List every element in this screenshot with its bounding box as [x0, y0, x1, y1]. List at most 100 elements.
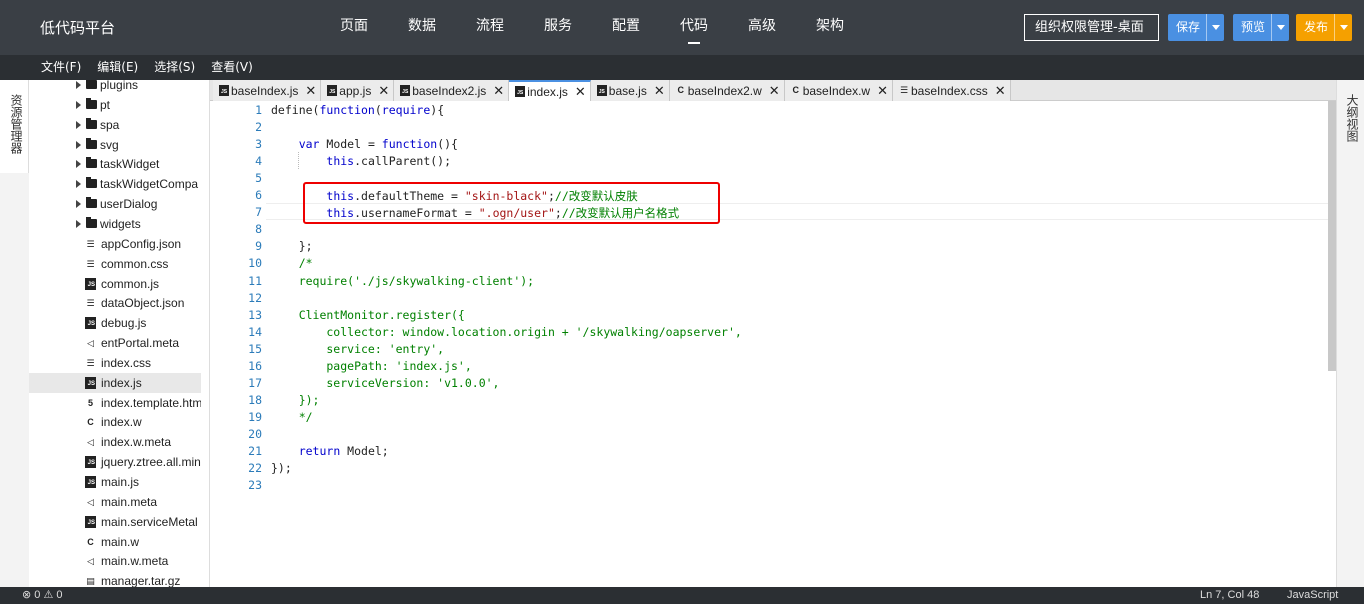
- tab-label: baseIndex.js: [231, 83, 299, 98]
- outline-tab[interactable]: 大纲视图: [1336, 80, 1364, 587]
- code-line[interactable]: return Model;: [271, 444, 389, 458]
- expand-arrow-icon[interactable]: [76, 200, 81, 208]
- nav-item[interactable]: 数据: [388, 0, 456, 55]
- tree-item[interactable]: ◁ entPortal.meta: [29, 333, 201, 353]
- problems-indicator[interactable]: ⊗ 0 ⚠ 0: [22, 587, 63, 604]
- line-number: 2: [255, 120, 262, 134]
- tree-item[interactable]: JS debug.js: [29, 313, 201, 333]
- close-icon[interactable]: ✕: [575, 85, 586, 98]
- tree-item[interactable]: userDialog: [29, 194, 201, 214]
- explorer-tab[interactable]: 资源管理器: [0, 80, 29, 173]
- tree-item[interactable]: JS common.js: [29, 274, 201, 294]
- nav-item[interactable]: 服务: [524, 0, 592, 55]
- expand-arrow-icon[interactable]: [76, 101, 81, 109]
- code-line[interactable]: var Model = function(){: [271, 137, 458, 151]
- expand-arrow-icon[interactable]: [76, 121, 81, 129]
- tree-item[interactable]: Cindex.w: [29, 412, 201, 432]
- tree-item[interactable]: widgets: [29, 214, 201, 234]
- code-line[interactable]: /*: [271, 256, 313, 270]
- expand-arrow-icon[interactable]: [76, 141, 81, 149]
- tree-item[interactable]: ◁ main.meta: [29, 492, 201, 512]
- menu-item[interactable]: 文件(F): [33, 55, 89, 80]
- code-line[interactable]: pagePath: 'index.js',: [271, 359, 471, 373]
- menu-item[interactable]: 选择(S): [146, 55, 203, 80]
- publish-button[interactable]: 发布: [1296, 14, 1353, 41]
- tree-item[interactable]: taskWidgetCompa: [29, 174, 201, 194]
- expand-arrow-icon[interactable]: [76, 81, 81, 89]
- tree-item[interactable]: JS jquery.ztree.all.min: [29, 452, 201, 472]
- tree-item[interactable]: ☰ index.css: [29, 353, 201, 373]
- tree-item[interactable]: Cmain.w: [29, 532, 201, 552]
- close-icon[interactable]: ✕: [769, 84, 780, 97]
- indent-guide: [298, 152, 299, 169]
- code-line[interactable]: });: [271, 461, 292, 475]
- tree-item[interactable]: ☰ dataObject.json: [29, 293, 201, 313]
- tree-item[interactable]: taskWidget: [29, 154, 201, 174]
- close-icon[interactable]: ✕: [654, 84, 665, 97]
- close-icon[interactable]: ✕: [378, 84, 389, 97]
- close-icon[interactable]: ✕: [877, 84, 888, 97]
- code-line[interactable]: serviceVersion: 'v1.0.0',: [271, 376, 499, 390]
- tree-item[interactable]: ☰ appConfig.json: [29, 234, 201, 254]
- code-line[interactable]: collector: window.location.origin + '/sk…: [271, 325, 741, 339]
- project-select[interactable]: 组织权限管理-桌面: [1024, 14, 1159, 41]
- cursor-position[interactable]: Ln 7, Col 48: [1200, 587, 1259, 604]
- warning-icon: ⚠: [43, 589, 54, 601]
- line-number: 17: [248, 376, 262, 390]
- editor-tab[interactable]: JS index.js ✕: [509, 80, 591, 101]
- tree-item[interactable]: ☰ common.css: [29, 254, 201, 274]
- meta-file-icon: ◁: [87, 556, 94, 566]
- menu-item[interactable]: 查看(V): [203, 55, 261, 80]
- nav-item[interactable]: 代码: [660, 0, 728, 55]
- tree-item[interactable]: 5 index.template.htm: [29, 393, 201, 413]
- preview-button[interactable]: 预览: [1233, 14, 1290, 41]
- editor-tab[interactable]: JS app.js ✕: [321, 80, 395, 101]
- save-dropdown-caret-icon[interactable]: [1206, 14, 1224, 41]
- tree-item[interactable]: svg: [29, 135, 201, 155]
- editor-tab[interactable]: ☰ baseIndex.css ✕: [893, 80, 1011, 101]
- code-line[interactable]: ClientMonitor.register({: [271, 308, 465, 322]
- code-line[interactable]: });: [271, 393, 320, 407]
- editor-tab[interactable]: JS baseIndex.js ✕: [213, 80, 322, 101]
- tree-item[interactable]: ◁ index.w.meta: [29, 432, 201, 452]
- line-number-gutter: 1 2 3 4 5 6 7 8 9 10 11 12 13 14 15 16 17 18 19 20 21 22 23: [210, 101, 266, 587]
- close-icon[interactable]: ✕: [493, 84, 504, 97]
- tree-item[interactable]: JS main.serviceMetal: [29, 512, 201, 532]
- publish-dropdown-caret-icon[interactable]: [1334, 14, 1352, 41]
- tree-item[interactable]: JS index.js: [29, 373, 201, 393]
- tree-item[interactable]: plugins: [29, 80, 201, 95]
- editor-tab[interactable]: CbaseIndex.w ✕: [784, 80, 893, 101]
- editor-tab[interactable]: JS baseIndex2.js ✕: [394, 80, 510, 101]
- expand-arrow-icon[interactable]: [76, 220, 81, 228]
- nav-item[interactable]: 页面: [320, 0, 388, 55]
- js-file-icon: JS: [219, 85, 229, 96]
- code-editor[interactable]: 1 2 3 4 5 6 7 8 9 10 11 12 13 14 15 16 17 18 19 20 21 22 23 de…: [210, 101, 1336, 587]
- close-icon[interactable]: ✕: [305, 84, 316, 97]
- preview-button-label: 预览: [1241, 20, 1266, 34]
- tree-item[interactable]: JS main.js: [29, 472, 201, 492]
- expand-arrow-icon[interactable]: [76, 160, 81, 168]
- close-icon[interactable]: ✕: [995, 84, 1006, 97]
- tree-item[interactable]: ◁ main.w.meta: [29, 551, 201, 571]
- code-line[interactable]: };: [271, 239, 313, 253]
- code-line[interactable]: define(function(require){: [271, 103, 444, 117]
- editor-tab[interactable]: CbaseIndex2.w ✕: [669, 80, 785, 101]
- preview-dropdown-caret-icon[interactable]: [1271, 14, 1289, 41]
- code-line[interactable]: */: [271, 410, 313, 424]
- code-line[interactable]: require('./js/skywalking-client');: [271, 274, 534, 288]
- nav-item[interactable]: 架构: [796, 0, 864, 55]
- w-file-icon: C: [792, 85, 799, 95]
- editor-scrollbar[interactable]: [1328, 101, 1336, 371]
- nav-item[interactable]: 高级: [728, 0, 796, 55]
- language-mode[interactable]: JavaScript: [1287, 587, 1338, 604]
- tree-item[interactable]: spa: [29, 115, 201, 135]
- expand-arrow-icon[interactable]: [76, 180, 81, 188]
- save-button[interactable]: 保存: [1168, 14, 1225, 41]
- editor-tab[interactable]: JS base.js ✕: [590, 80, 670, 101]
- nav-item[interactable]: 配置: [592, 0, 660, 55]
- tree-item[interactable]: ▤ manager.tar.gz: [29, 571, 201, 587]
- menu-item[interactable]: 编辑(E): [89, 55, 146, 80]
- code-line[interactable]: service: 'entry',: [271, 342, 444, 356]
- nav-item[interactable]: 流程: [456, 0, 524, 55]
- tree-item[interactable]: pt: [29, 95, 201, 115]
